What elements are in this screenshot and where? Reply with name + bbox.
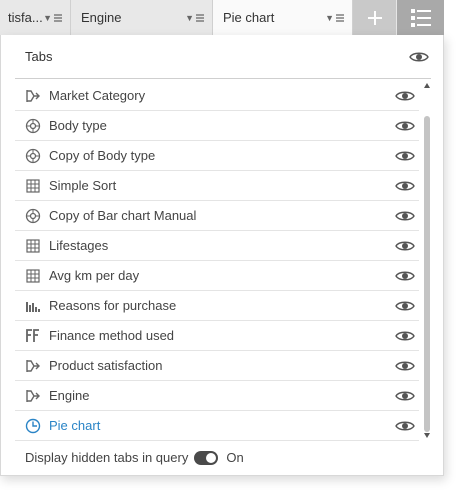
eye-icon xyxy=(395,361,415,370)
scroll-up-arrow-icon[interactable] xyxy=(423,83,431,89)
visibility-toggle[interactable] xyxy=(395,329,415,343)
list-icon xyxy=(410,8,431,27)
list-item-label: Copy of Bar chart Manual xyxy=(49,208,197,223)
list-item-copy-of-body-type[interactable]: Copy of Body type xyxy=(15,141,419,171)
caret-down-icon: ▼ xyxy=(43,12,52,23)
scrollbar-thumb[interactable] xyxy=(424,116,430,432)
toggle-state-label: On xyxy=(226,450,244,465)
ff-icon xyxy=(25,328,41,344)
eye-icon xyxy=(395,181,415,190)
tabs-visibility-panel: Tabs Market Category Body type Copy of B… xyxy=(0,35,444,476)
eye-icon xyxy=(395,121,415,130)
tab-bar: tisfa... ▼ Engine ▼ Pie chart ▼ xyxy=(0,0,444,36)
visibility-toggle[interactable] xyxy=(395,299,415,313)
list-item-engine[interactable]: Engine xyxy=(15,381,419,411)
scrollbar[interactable] xyxy=(423,81,431,441)
list-item-label: Market Category xyxy=(49,88,146,103)
tab-list-button[interactable] xyxy=(397,0,444,35)
list-item-label: Copy of Body type xyxy=(49,148,156,163)
toggle-all-visibility-button[interactable] xyxy=(409,50,429,64)
tabs-list: Market Category Body type Copy of Body t… xyxy=(15,81,419,441)
grid-icon xyxy=(25,238,41,254)
pie-clock-icon xyxy=(25,418,41,434)
scroll-down-arrow-icon[interactable] xyxy=(423,433,431,439)
list-item-label: Simple Sort xyxy=(49,178,117,193)
eye-icon xyxy=(395,301,415,310)
eye-icon xyxy=(409,52,429,61)
list-item-label: Finance method used xyxy=(49,328,175,343)
caret-down-icon: ▼ xyxy=(325,12,334,23)
list-item-label: Reasons for purchase xyxy=(49,298,177,313)
list-item-label: Lifestages xyxy=(49,238,109,253)
visibility-toggle[interactable] xyxy=(395,149,415,163)
eye-icon xyxy=(395,421,415,430)
panel-header: Tabs xyxy=(15,35,431,79)
bar-chart-icon xyxy=(25,298,41,314)
hidden-tabs-toggle[interactable] xyxy=(194,450,219,465)
menu-lines-icon xyxy=(196,13,204,22)
flow-icon xyxy=(25,388,41,404)
eye-icon xyxy=(395,211,415,220)
donut-icon xyxy=(25,148,41,164)
tab-menu-control[interactable]: ▼ xyxy=(185,13,204,23)
list-item-copy-of-bar-chart-manual[interactable]: Copy of Bar chart Manual xyxy=(15,201,419,231)
tab-label: Pie chart xyxy=(223,10,275,25)
hidden-tabs-label: Display hidden tabs in query xyxy=(25,450,189,465)
tab-menu-control[interactable]: ▼ xyxy=(325,13,344,23)
visibility-toggle[interactable] xyxy=(395,269,415,283)
donut-icon xyxy=(25,208,41,224)
grid-icon xyxy=(25,178,41,194)
visibility-toggle[interactable] xyxy=(395,179,415,193)
list-item-market-category[interactable]: Market Category xyxy=(15,81,419,111)
tab-pie-chart[interactable]: Pie chart ▼ xyxy=(213,0,353,36)
caret-down-icon: ▼ xyxy=(185,12,194,23)
hidden-tabs-setting: Display hidden tabs in query On xyxy=(25,450,244,465)
list-item-label: Body type xyxy=(49,118,107,133)
visibility-toggle[interactable] xyxy=(395,389,415,403)
list-item-label: Product satisfaction xyxy=(49,358,163,373)
visibility-toggle[interactable] xyxy=(395,89,415,103)
tab-engine[interactable]: Engine ▼ xyxy=(71,0,213,35)
tab-product-satisfaction[interactable]: tisfa... ▼ xyxy=(0,0,71,35)
list-item-reasons-for-purchase[interactable]: Reasons for purchase xyxy=(15,291,419,321)
list-item-label: Avg km per day xyxy=(49,268,140,283)
visibility-toggle[interactable] xyxy=(395,359,415,373)
list-item-avg-km-per-day[interactable]: Avg km per day xyxy=(15,261,419,291)
list-item-label: Engine xyxy=(49,388,90,403)
list-item-finance-method-used[interactable]: Finance method used xyxy=(15,321,419,351)
list-item-lifestages[interactable]: Lifestages xyxy=(15,231,419,261)
add-tab-button[interactable] xyxy=(353,0,397,35)
toggle-knob xyxy=(206,452,217,463)
menu-lines-icon xyxy=(54,13,62,22)
list-item-body-type[interactable]: Body type xyxy=(15,111,419,141)
visibility-toggle[interactable] xyxy=(395,419,415,433)
panel-title: Tabs xyxy=(25,49,53,64)
list-item-product-satisfaction[interactable]: Product satisfaction xyxy=(15,351,419,381)
tab-label: Engine xyxy=(81,10,122,25)
visibility-toggle[interactable] xyxy=(395,239,415,253)
list-item-pie-chart[interactable]: Pie chart xyxy=(15,411,419,441)
eye-icon xyxy=(395,271,415,280)
donut-icon xyxy=(25,118,41,134)
eye-icon xyxy=(395,331,415,340)
flow-icon xyxy=(25,88,41,104)
tab-label: tisfa... xyxy=(8,10,43,25)
flow-icon xyxy=(25,358,41,374)
eye-icon xyxy=(395,91,415,100)
eye-icon xyxy=(395,391,415,400)
plus-icon xyxy=(367,10,382,25)
eye-icon xyxy=(395,151,415,160)
tab-menu-control[interactable]: ▼ xyxy=(43,13,62,23)
list-item-simple-sort[interactable]: Simple Sort xyxy=(15,171,419,201)
eye-icon xyxy=(395,241,415,250)
visibility-toggle[interactable] xyxy=(395,119,415,133)
visibility-toggle[interactable] xyxy=(395,209,415,223)
grid-icon xyxy=(25,268,41,284)
menu-lines-icon xyxy=(336,13,344,22)
list-item-label: Pie chart xyxy=(49,418,101,433)
